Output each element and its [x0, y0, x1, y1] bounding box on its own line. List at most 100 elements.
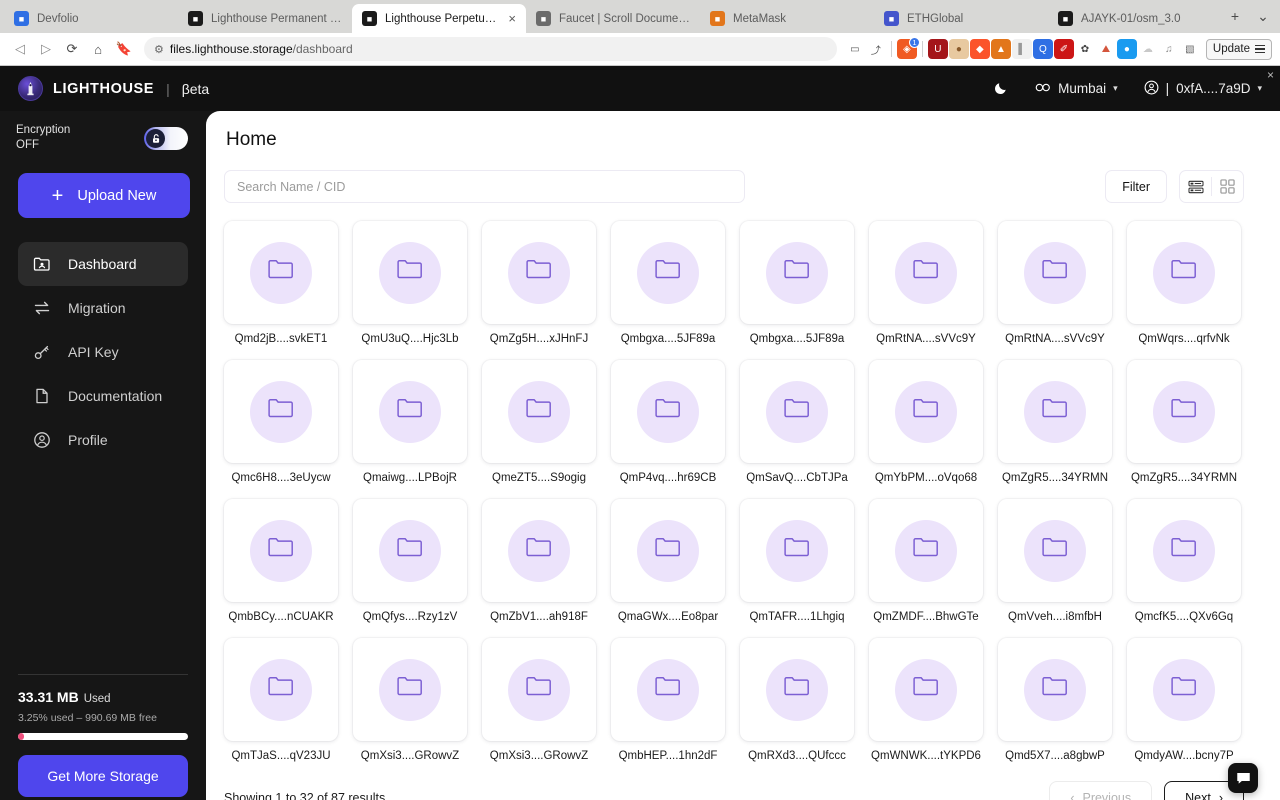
address-bar[interactable]: ⚙ files.lighthouse.storage/dashboard	[144, 37, 837, 61]
file-card[interactable]: QmZg5H....xJHnFJ	[482, 221, 596, 345]
sidebar-item-profile[interactable]: Profile	[18, 418, 188, 462]
file-card[interactable]: QmRtNA....sVVc9Y	[998, 221, 1112, 345]
file-card-tile[interactable]	[998, 638, 1112, 741]
file-card[interactable]: QmXsi3....GRowvZ	[482, 638, 596, 762]
browser-tab[interactable]: ■ ETHGlobal	[874, 4, 1048, 33]
file-card-tile[interactable]	[224, 499, 338, 602]
file-card[interactable]: QmQfys....Rzy1zV	[353, 499, 467, 623]
file-card-tile[interactable]	[740, 638, 854, 741]
filter-button[interactable]: Filter	[1105, 170, 1167, 203]
browser-tab[interactable]: ■ Lighthouse Perpetual Stora ×	[352, 4, 526, 33]
search-box[interactable]	[224, 170, 745, 203]
reload-icon[interactable]: ⟳	[60, 37, 84, 61]
file-card-tile[interactable]	[1127, 360, 1241, 463]
file-card[interactable]: QmRtNA....sVVc9Y	[869, 221, 983, 345]
browser-tab[interactable]: ■ AJAYK-01/osm_3.0	[1048, 4, 1222, 33]
file-card-tile[interactable]	[740, 360, 854, 463]
previous-page-button[interactable]: ‹ Previous	[1049, 781, 1153, 800]
file-card[interactable]: QmYbPM....oVqo68	[869, 360, 983, 484]
file-card-tile[interactable]	[224, 638, 338, 741]
file-card[interactable]: QmTJaS....qV23JU	[224, 638, 338, 762]
file-card-tile[interactable]	[1127, 221, 1241, 324]
file-card-tile[interactable]	[482, 499, 596, 602]
file-card[interactable]: QmWNWK....tYKPD6	[869, 638, 983, 762]
new-tab-button[interactable]: +	[1222, 3, 1248, 29]
file-card[interactable]: Qmd2jB....svkET1	[224, 221, 338, 345]
sidebar-item-documentation[interactable]: Documentation	[18, 374, 188, 418]
upload-new-button[interactable]: + Upload New	[18, 173, 190, 219]
home-icon[interactable]: ⌂	[86, 37, 110, 61]
file-card[interactable]: Qmaiwg....LPBojR	[353, 360, 467, 484]
file-card-tile[interactable]	[353, 499, 467, 602]
file-card[interactable]: QmdyAW....bcny7P	[1127, 638, 1241, 762]
file-card-tile[interactable]	[482, 638, 596, 741]
file-card[interactable]: Qmbgxa....5JF89a	[740, 221, 854, 345]
file-card[interactable]: QmVveh....i8mfbH	[998, 499, 1112, 623]
browser-tab[interactable]: ■ Devfolio	[4, 4, 178, 33]
cast-icon[interactable]: ▭	[844, 39, 865, 59]
forward-arrow-icon[interactable]: ▷	[34, 37, 58, 61]
file-card-tile[interactable]	[1127, 638, 1241, 741]
ublock-origin-icon[interactable]: U	[927, 39, 948, 59]
tab-list-button[interactable]: ⌄	[1250, 3, 1276, 29]
file-card[interactable]: QmWqrs....qrfvNk	[1127, 221, 1241, 345]
sidebar-item-migration[interactable]: Migration	[18, 286, 188, 330]
wallet-selector[interactable]: | 0xfA....7a9D ▾	[1144, 80, 1262, 98]
file-card[interactable]: QmTAFR....1Lhgiq	[740, 499, 854, 623]
file-card-tile[interactable]	[611, 638, 725, 741]
file-card[interactable]: QmXsi3....GRowvZ	[353, 638, 467, 762]
marker-extension-icon[interactable]: ✐	[1053, 39, 1074, 59]
file-card-tile[interactable]	[740, 499, 854, 602]
file-card[interactable]: QmU3uQ....Hjc3Lb	[353, 221, 467, 345]
search-input[interactable]	[237, 179, 732, 194]
avatar-extension-icon[interactable]: ●	[948, 39, 969, 59]
update-button[interactable]: Update	[1205, 38, 1272, 60]
file-card-tile[interactable]	[998, 221, 1112, 324]
file-card-tile[interactable]	[611, 221, 725, 324]
get-more-storage-button[interactable]: Get More Storage	[18, 755, 188, 797]
file-card-tile[interactable]	[353, 221, 467, 324]
file-card[interactable]: QmZMDF....BhwGTe	[869, 499, 983, 623]
file-card[interactable]: Qmc6H8....3eUycw	[224, 360, 338, 484]
back-arrow-icon[interactable]: ◁	[8, 37, 32, 61]
file-card[interactable]: QmbHEP....1hn2dF	[611, 638, 725, 762]
list-view-icon[interactable]	[1180, 171, 1211, 202]
file-card[interactable]: QmZgR5....34YRMN	[1127, 360, 1241, 484]
file-card[interactable]: QmZgR5....34YRMN	[998, 360, 1112, 484]
file-card-tile[interactable]	[353, 360, 467, 463]
browser-tab[interactable]: ■ MetaMask	[700, 4, 874, 33]
file-card-tile[interactable]	[869, 221, 983, 324]
network-selector[interactable]: Mumbai ▾	[1035, 81, 1118, 96]
file-card-tile[interactable]	[1127, 499, 1241, 602]
file-card[interactable]: QmcfK5....QXv6Gq	[1127, 499, 1241, 623]
music-extension-icon[interactable]: ♫	[1158, 39, 1179, 59]
tab-close-icon[interactable]: ×	[508, 12, 516, 25]
file-card[interactable]: QmeZT5....S9ogig	[482, 360, 596, 484]
brand[interactable]: LIGHTHOUSE | βeta	[18, 76, 209, 101]
brave-shields-icon[interactable]: ◈ 1	[896, 37, 920, 59]
cloud-extension-icon[interactable]: ☁	[1137, 39, 1158, 59]
paws-extension-icon[interactable]: ✿	[1074, 39, 1095, 59]
sidebar-item-dashboard[interactable]: Dashboard	[18, 242, 188, 287]
chat-bubble-icon[interactable]	[1228, 763, 1258, 793]
file-card[interactable]: QmaGWx....Eo8par	[611, 499, 725, 623]
file-card-tile[interactable]	[353, 638, 467, 741]
encryption-toggle[interactable]	[144, 126, 188, 150]
file-card-tile[interactable]	[224, 221, 338, 324]
file-card[interactable]: QmZbV1....ah918F	[482, 499, 596, 623]
sidebar-item-api-key[interactable]: API Key	[18, 330, 188, 374]
site-settings-icon[interactable]: ⚙	[154, 43, 164, 56]
file-card[interactable]: QmRXd3....QUfccc	[740, 638, 854, 762]
file-card-tile[interactable]	[611, 360, 725, 463]
close-icon[interactable]: ×	[1267, 68, 1274, 82]
metamask-extension-icon[interactable]: ▲	[990, 39, 1011, 59]
grid-view-icon[interactable]	[1212, 171, 1243, 202]
keeper-extension-icon[interactable]: ▌	[1011, 39, 1032, 59]
file-card-tile[interactable]	[224, 360, 338, 463]
theme-toggle-button[interactable]	[994, 80, 1009, 98]
file-card-tile[interactable]	[869, 360, 983, 463]
sketch-extension-icon[interactable]: ⛰	[1095, 39, 1116, 59]
file-card-tile[interactable]	[998, 360, 1112, 463]
bookmark-icon[interactable]: 🔖	[112, 37, 136, 61]
share-icon[interactable]: ⤴	[865, 39, 886, 59]
